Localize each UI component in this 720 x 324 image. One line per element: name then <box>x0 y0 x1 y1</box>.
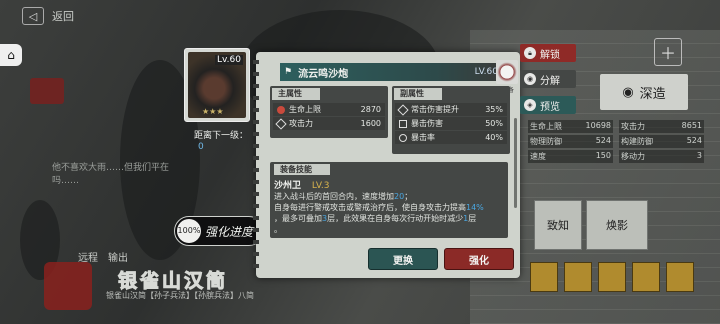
crit-rate-icon <box>399 133 407 142</box>
crit-dmg-icon <box>399 119 407 128</box>
crit-damage-icon <box>397 103 409 116</box>
item-level: Lv.60 <box>215 55 243 65</box>
hp-icon <box>277 105 285 114</box>
skill-desc-line: 进入战斗后的首回合内，速度增加20； <box>274 192 413 201</box>
layers-icon: ◈ <box>524 99 536 111</box>
modal-scrollbar[interactable] <box>514 118 517 208</box>
place-subtitle: 银雀山汉简【孙子兵法】【孙膑兵法】八简 <box>106 291 254 300</box>
attr-row: 常击伤害提升 35% <box>395 103 507 116</box>
tab-output[interactable]: 输出 <box>108 249 128 264</box>
skill-desc-line: 。 <box>274 225 282 234</box>
huanying-slot[interactable]: 焕影 <box>586 200 648 250</box>
stat-row: 物理防御 524 <box>528 135 613 148</box>
skill-desc-line: 自身每进行警戒攻击或警戒治疗后，使自身攻击力提高14% <box>274 203 484 212</box>
equipment-name: 流云鸣沙炮 <box>298 68 349 80</box>
back-button[interactable]: ◁ <box>22 7 44 25</box>
attack-icon <box>275 117 287 130</box>
sub-attr-section: 副属性 常击伤害提升 35% 暴击伤害 50% 暴击率 40% <box>392 86 510 154</box>
attr-row: 暴击伤害 50% <box>395 117 507 130</box>
stat-row: 生命上限 10698 <box>528 120 613 133</box>
attr-row: 暴击率 40% <box>395 131 507 144</box>
dismantle-label: 分解 <box>540 75 560 87</box>
place-title: 银雀山汉简 <box>117 270 229 293</box>
equip-slot[interactable] <box>598 262 626 292</box>
stat-row: 构建防御 524 <box>619 135 704 148</box>
zhizhi-slot[interactable]: 致知 <box>534 200 582 250</box>
strengthen-label: 强化进度 <box>205 224 254 239</box>
shendao-label: 深造 <box>639 86 666 102</box>
strengthen-progress[interactable]: 100% 强化进度 <box>174 216 264 246</box>
equipment-detail-modal: ⚑ 流云鸣沙炮 LV.60 已装备 主属性 生命上限2870 攻击力1600 副… <box>253 52 520 278</box>
preview-button[interactable]: ◈ 预览 <box>520 96 576 114</box>
unlock-label: 解锁 <box>540 49 560 61</box>
plus-icon: ＋ <box>659 44 676 63</box>
back-arrow-icon: ◁ <box>28 9 38 23</box>
background-stats-panel: 生命上限 10698 攻击力 8651 物理防御 524 构建防御 524 速度 150 … <box>528 120 704 163</box>
cannon-item-icon: Lv.60 ★★★ <box>188 52 246 118</box>
shendao-button[interactable]: ◉ 深造 <box>600 74 688 110</box>
skill-level: LV.3 <box>311 181 330 191</box>
sub-attr-header: 副属性 <box>394 88 442 100</box>
faction-emblem-icon <box>44 262 92 310</box>
bottom-equip-slots <box>530 262 694 292</box>
next-level-value: 0 <box>198 142 204 152</box>
attr-row: 攻击力 1600 <box>273 117 385 130</box>
add-button[interactable]: ＋ <box>654 38 682 66</box>
equip-slot[interactable] <box>564 262 592 292</box>
item-card[interactable]: Lv.60 ★★★ <box>184 48 250 122</box>
zhizhi-label: 致知 <box>547 219 569 232</box>
equipped-avatar <box>496 60 518 84</box>
equip-slot[interactable] <box>666 262 694 292</box>
stat-row: 攻击力 8651 <box>619 120 704 133</box>
main-attr-header: 主属性 <box>272 88 320 100</box>
heart-emblem-icon <box>30 78 64 104</box>
equip-slot[interactable] <box>530 262 558 292</box>
unlock-button[interactable]: 🔒︎ 解锁 <box>520 44 576 62</box>
home-button[interactable]: ⌂ <box>0 44 22 66</box>
binder-rings <box>253 60 259 270</box>
skill-desc-line: ，最多可叠加3层，此效果在自身每次行动开始时减少1层 <box>274 214 477 223</box>
stat-row: 速度 150 <box>528 150 613 163</box>
dismantle-button[interactable]: ◉ 分解 <box>520 70 576 88</box>
home-icon: ⌂ <box>7 48 15 62</box>
background-dialog-text: 他不喜欢大雨……但我们平在吗…… <box>52 163 170 186</box>
lock-icon: 🔒︎ <box>524 47 536 59</box>
equipment-skill-section: 装备技能 沙州卫 LV.3 进入战斗后的首回合内，速度增加20； 自身每进行警戒… <box>270 162 508 238</box>
flag-icon: ⚑ <box>284 67 293 77</box>
shendao-icon: ◉ <box>622 84 634 100</box>
stat-row: 移动力 3 <box>619 150 704 163</box>
top-bar: ◁ 返回 <box>22 6 172 26</box>
main-attr-section: 主属性 生命上限 2870 攻击力 1600 <box>270 86 388 138</box>
change-button[interactable]: 更换 <box>368 248 438 270</box>
item-stars: ★★★ <box>202 107 224 116</box>
eye-icon: ◉ <box>524 73 536 85</box>
progress-badge: 100% <box>177 219 201 243</box>
attr-row: 生命上限 2870 <box>273 103 385 116</box>
next-level-label: 距离下一级： <box>194 131 249 141</box>
skill-name: 沙州卫 <box>274 181 302 191</box>
back-label: 返回 <box>52 10 74 23</box>
upgrade-button[interactable]: 强化 <box>444 248 514 270</box>
background-tabs: 远程 输出 <box>78 249 188 264</box>
equipment-header: ⚑ 流云鸣沙炮 LV.60 <box>280 63 502 81</box>
preview-label: 预览 <box>540 101 560 113</box>
huanying-label: 焕影 <box>606 219 628 232</box>
skill-header: 装备技能 <box>274 164 330 175</box>
equip-slot[interactable] <box>632 262 660 292</box>
